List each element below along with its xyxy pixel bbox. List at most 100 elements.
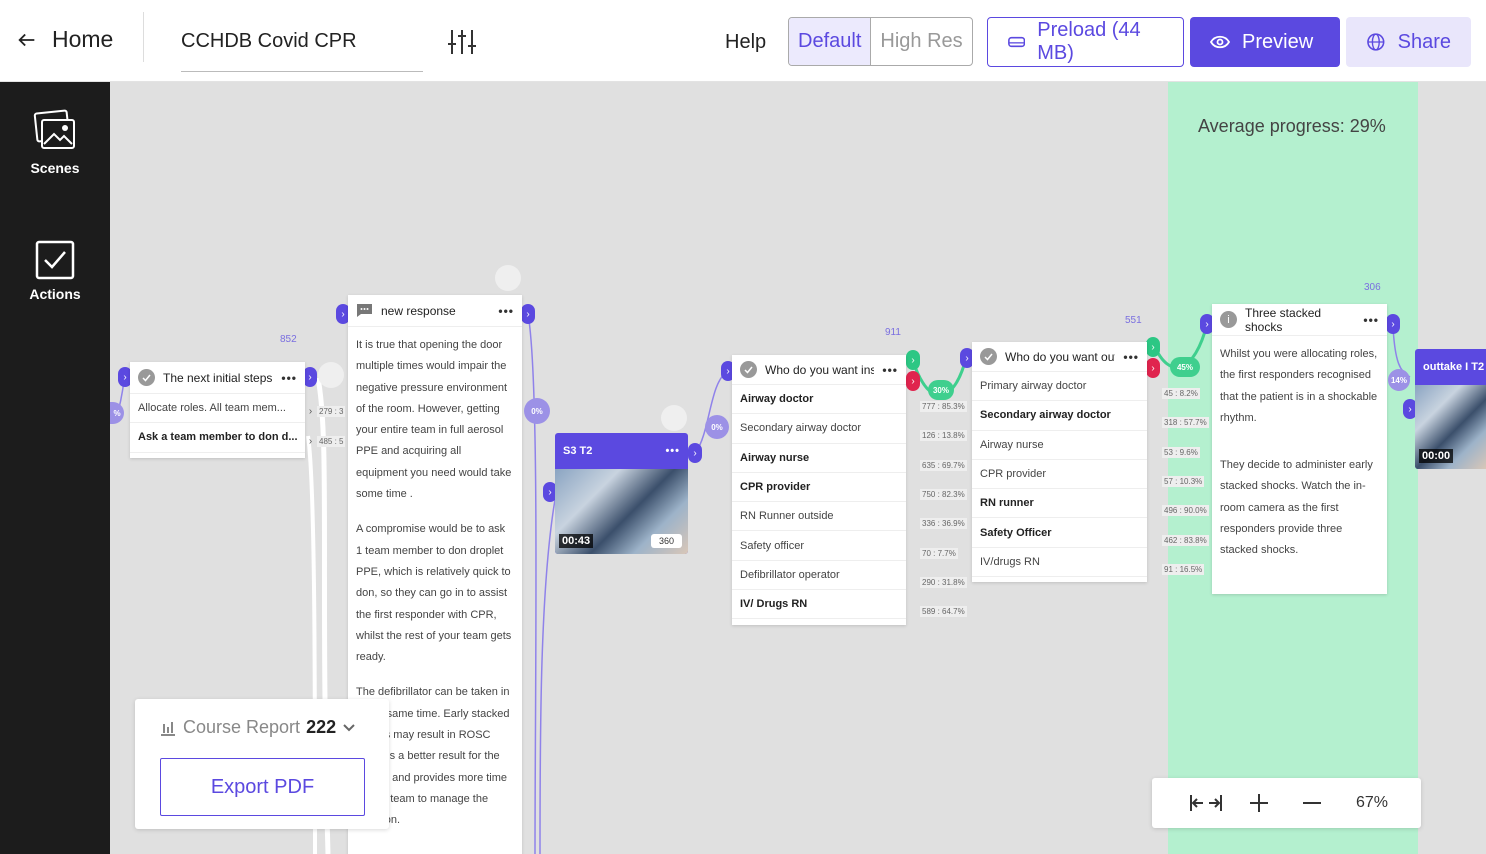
share-label: Share bbox=[1397, 30, 1451, 53]
more-icon[interactable]: ••• bbox=[281, 371, 297, 385]
option-row[interactable]: Airway nurse bbox=[732, 444, 906, 473]
option-port[interactable]: › bbox=[306, 432, 315, 450]
export-pdf-button[interactable]: Export PDF bbox=[160, 758, 365, 816]
scene-title: S3 T2 bbox=[563, 445, 593, 457]
scene-node[interactable]: outtake I T2 00:00 bbox=[1415, 349, 1486, 469]
info-node[interactable]: i Three stacked shocks ••• Whilst you we… bbox=[1212, 304, 1387, 594]
output-port[interactable]: › bbox=[521, 304, 535, 324]
fit-width-button[interactable] bbox=[1180, 778, 1232, 828]
option-row[interactable]: Safety officer bbox=[732, 531, 906, 561]
option-row[interactable]: Ask a team member to don d... bbox=[130, 423, 305, 453]
zoom-out-button[interactable] bbox=[1286, 778, 1338, 828]
output-port-correct[interactable]: › bbox=[906, 350, 920, 370]
option-row[interactable]: RN Runner outside bbox=[732, 502, 906, 532]
option-row[interactable]: CPR provider bbox=[732, 473, 906, 503]
header-divider bbox=[143, 12, 144, 62]
zoom-in-button[interactable] bbox=[1233, 778, 1285, 828]
progress-badge: 30% bbox=[928, 380, 954, 400]
images-icon bbox=[33, 109, 75, 149]
arrow-left-icon bbox=[18, 33, 35, 46]
sidebar-label-scenes: Scenes bbox=[30, 160, 80, 176]
info-icon: i bbox=[1220, 311, 1237, 328]
ghost-handle bbox=[495, 265, 521, 291]
home-label: Home bbox=[52, 26, 114, 52]
option-stat: 45 : 8.2% bbox=[1162, 388, 1200, 399]
progress-badge: 45% bbox=[1170, 357, 1200, 377]
node-header: Who do you want outside? ••• bbox=[972, 342, 1147, 372]
node-title: new response bbox=[381, 303, 456, 318]
option-row[interactable]: IV/drugs RN bbox=[972, 548, 1147, 578]
output-port[interactable]: › bbox=[688, 443, 702, 463]
preview-label: Preview bbox=[1242, 30, 1314, 53]
output-port[interactable]: › bbox=[303, 367, 317, 387]
paragraph: They decide to administer early stacked … bbox=[1220, 459, 1373, 557]
output-port-correct[interactable]: › bbox=[1146, 337, 1160, 357]
bar-chart-icon bbox=[161, 721, 175, 736]
node-title: Who do you want inside? bbox=[765, 362, 875, 377]
more-icon[interactable]: ••• bbox=[1123, 350, 1139, 364]
more-icon[interactable]: ••• bbox=[1363, 313, 1379, 327]
option-stat: 777 : 85.3% bbox=[920, 401, 967, 412]
output-port[interactable]: › bbox=[1386, 314, 1400, 334]
share-button[interactable]: Share bbox=[1346, 17, 1471, 67]
paragraph: It is true that opening the door multipl… bbox=[356, 339, 512, 501]
more-icon[interactable]: ••• bbox=[665, 445, 680, 457]
more-icon[interactable]: ••• bbox=[882, 363, 898, 377]
option-row[interactable]: RN runner bbox=[972, 489, 1147, 519]
output-port-incorrect[interactable]: › bbox=[906, 371, 920, 391]
more-icon[interactable]: ••• bbox=[498, 304, 514, 318]
paragraph: A compromise would be to ask 1 team memb… bbox=[356, 523, 512, 664]
sliders-icon[interactable] bbox=[447, 28, 477, 56]
action-node[interactable]: The next initial steps ••• Allocate role… bbox=[130, 362, 305, 458]
option-row[interactable]: Airway doctor bbox=[732, 385, 906, 415]
option-row[interactable]: CPR provider bbox=[972, 460, 1147, 490]
paragraph: Whilst you were allocating roles, the fi… bbox=[1220, 348, 1378, 424]
node-header: i Three stacked shocks ••• bbox=[1212, 304, 1387, 336]
course-report-label: Course Report bbox=[183, 717, 301, 737]
option-row[interactable]: Secondary airway doctor bbox=[972, 401, 1147, 431]
ghost-handle bbox=[661, 405, 687, 431]
check-icon bbox=[740, 361, 757, 378]
scene-thumbnail: 00:00 bbox=[1415, 385, 1486, 469]
help-link[interactable]: Help bbox=[725, 31, 766, 54]
question-node[interactable]: Who do you want inside? ••• Airway docto… bbox=[732, 355, 906, 625]
sidebar-item-actions[interactable]: Actions bbox=[0, 240, 110, 302]
option-stat: 750 : 82.3% bbox=[920, 488, 967, 500]
option-row[interactable]: IV/ Drugs RN bbox=[732, 590, 906, 620]
node-title: The next initial steps bbox=[163, 370, 273, 385]
option-row[interactable]: Defibrillator operator bbox=[732, 561, 906, 591]
project-title-input[interactable]: CCHDB Covid CPR bbox=[181, 20, 423, 72]
preload-label: Preload (44 MB) bbox=[1037, 19, 1141, 64]
option-row[interactable]: Primary airway doctor bbox=[972, 372, 1147, 402]
option-stat: 589 : 64.7% bbox=[920, 606, 967, 618]
option-stat: 279 : 3 bbox=[317, 406, 346, 417]
home-button[interactable]: Home bbox=[16, 26, 113, 53]
option-row[interactable]: Secondary airway doctor bbox=[732, 414, 906, 444]
option-row[interactable]: Safety Officer bbox=[972, 518, 1147, 548]
node-body: Whilst you were allocating roles, the fi… bbox=[1212, 336, 1387, 584]
default-res-button[interactable]: Default bbox=[789, 18, 872, 65]
option-stat: 91 : 16.5% bbox=[1162, 563, 1205, 575]
chevron-down-icon bbox=[343, 723, 355, 731]
scene-node[interactable]: S3 T2 ••• 00:43 360 bbox=[555, 433, 688, 554]
option-stat: 318 : 57.7% bbox=[1162, 417, 1209, 429]
option-row[interactable]: Allocate roles. All team mem... bbox=[130, 394, 305, 424]
option-stat: 290 : 31.8% bbox=[920, 576, 967, 588]
preview-button[interactable]: Preview bbox=[1190, 17, 1340, 67]
preload-button[interactable]: Preload (44 MB) bbox=[987, 17, 1184, 67]
sidebar-item-scenes[interactable]: Scenes bbox=[0, 108, 110, 176]
option-stat: 635 : 69.7% bbox=[920, 459, 967, 471]
output-port-incorrect[interactable]: › bbox=[1146, 358, 1160, 378]
option-list: Airway doctor Secondary airway doctor Airw… bbox=[732, 385, 906, 620]
option-stat: 126 : 13.8% bbox=[920, 430, 967, 442]
plus-icon bbox=[1250, 794, 1268, 812]
option-port[interactable]: › bbox=[306, 402, 315, 420]
high-res-button[interactable]: High Res bbox=[871, 18, 971, 65]
course-report-toggle[interactable]: Course Report 222 bbox=[159, 717, 356, 738]
option-row[interactable]: Airway nurse bbox=[972, 431, 1147, 460]
scene-duration: 00:00 bbox=[1419, 449, 1454, 463]
eye-icon bbox=[1210, 35, 1230, 49]
checkbox-icon bbox=[35, 240, 75, 280]
node-header: The next initial steps ••• bbox=[130, 362, 305, 394]
question-node[interactable]: Who do you want outside? ••• Primary air… bbox=[972, 342, 1147, 582]
